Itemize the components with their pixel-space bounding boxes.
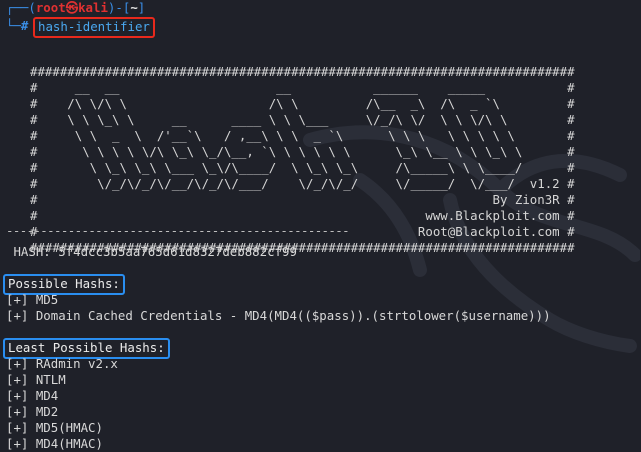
banner-line: # By Zion3R # (30, 192, 575, 207)
prompt-line: ┌──(root㉿kali)-[~] (6, 0, 145, 16)
prompt-corner-bottom: └─ (6, 18, 21, 33)
least-hash-item: [+] MD4(HMAC) (6, 436, 103, 451)
banner-line: ########################################… (30, 64, 575, 79)
banner-line: # /\ \/\ \ /\ \ /\__ _\ /\ _ `\ # (30, 96, 575, 111)
possible-hash-item: [+] MD5 (6, 292, 59, 307)
banner-line: # \/_/\/_/\/__/\/_/\/___/ \/_/\/_/ \/___… (30, 176, 575, 191)
prompt-sep: )-[ (107, 0, 131, 15)
banner-line: # \ \ \ \ \/\ \_\ \_/\__, `\ \ \ \ \ \ \… (30, 144, 575, 159)
prompt-user: root (35, 0, 66, 15)
possible-hash-item: [+] Domain Cached Credentials - MD4(MD4(… (6, 308, 551, 323)
prompt-dir: ~ (130, 0, 138, 15)
banner-line: # __ __ __ ______ _____ # (30, 80, 575, 95)
prompt-hash: # (20, 18, 29, 33)
least-hash-item: [+] NTLM (6, 372, 66, 387)
banner-line: # \ \_\ \_\ \___ \_\/\____/ \ \_\ \_\ /\… (30, 160, 575, 175)
separator-rule: ----------------------------------------… (6, 223, 350, 238)
prompt-host: kali (78, 0, 108, 15)
prompt-corner-top: ┌──( (6, 0, 36, 15)
command-text[interactable]: hash-identifier (33, 17, 155, 38)
hash-value-line: HASH: 5f4dcc3b5aa765d61d8327deb882cf99 (6, 244, 297, 259)
least-hash-item: [+] RAdmin v2.x (6, 356, 118, 371)
prompt-at: ㉿ (65, 0, 79, 15)
least-hash-item: [+] MD4 (6, 388, 59, 403)
banner-line: # \ \ _ \ /'__`\ / ,__\ \ \ _ `\ \ \ \ \… (30, 128, 575, 143)
prompt-input-line: └─# (6, 18, 28, 34)
prompt-close: ] (137, 0, 146, 15)
banner-line: # \ \ \_\ \ __ ____ \ \ \___ \/_/\ \/ \ … (30, 112, 575, 127)
least-hash-item: [+] MD2 (6, 404, 59, 419)
least-hash-item: [+] MD5(HMAC) (6, 420, 103, 435)
banner-line: # www.Blackploit.com # (30, 208, 575, 223)
